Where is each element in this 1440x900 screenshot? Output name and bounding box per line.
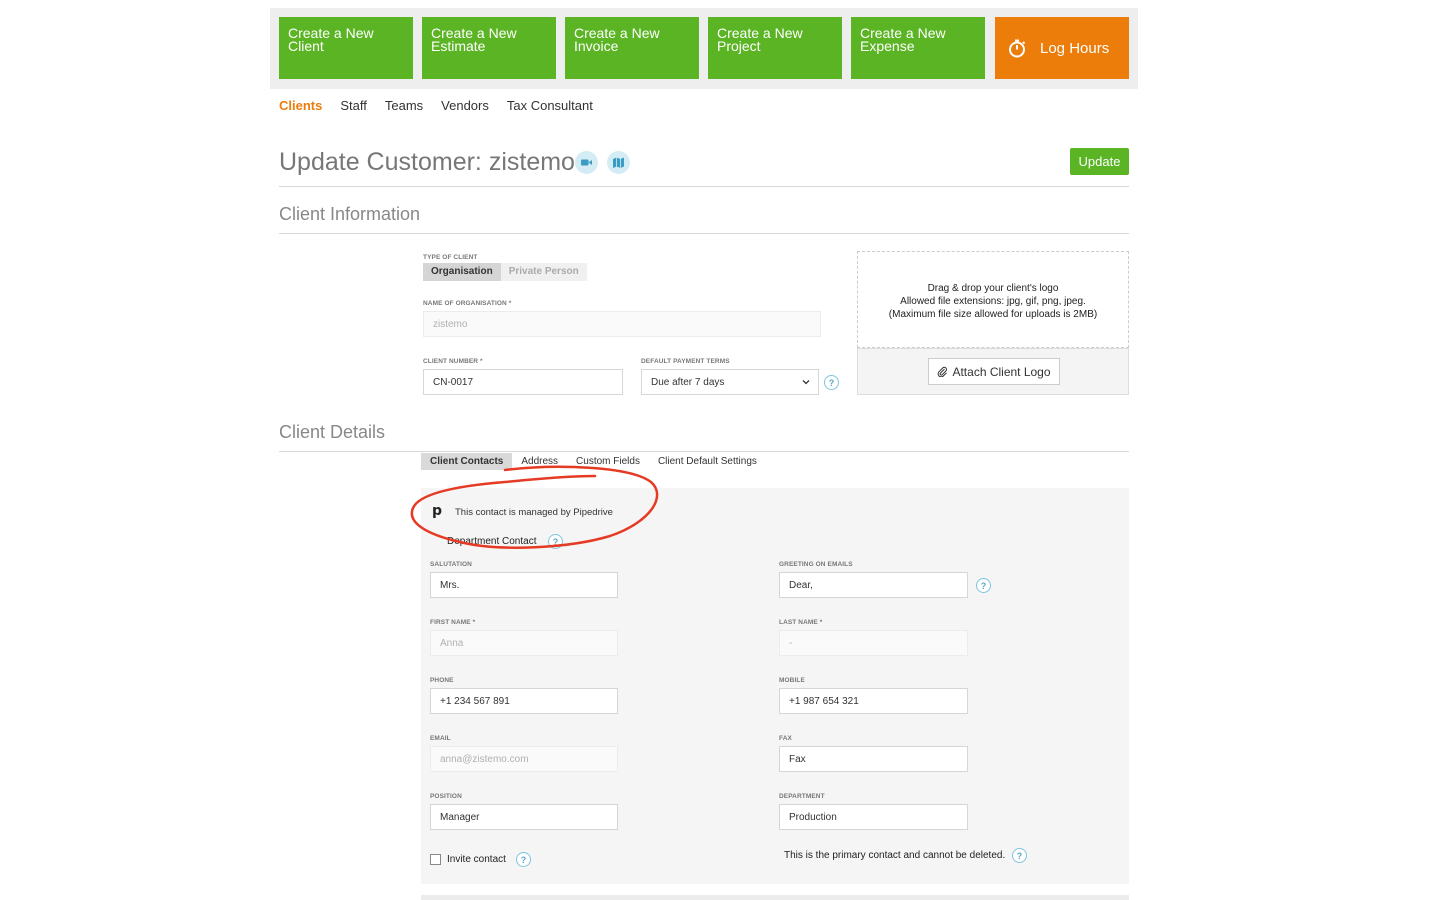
client-type-label: TYPE OF CLIENT: [423, 254, 478, 261]
attach-client-logo-label: Attach Client Logo: [952, 364, 1051, 379]
greeting-field[interactable]: Dear,: [779, 572, 968, 598]
chevron-down-icon: [802, 380, 810, 385]
salutation-label: SALUTATION: [430, 561, 472, 568]
tab-client-default-settings[interactable]: Client Default Settings: [649, 453, 766, 470]
position-label: POSITION: [430, 793, 462, 800]
create-client-button[interactable]: Create a New Client: [279, 17, 413, 79]
log-hours-label: Log Hours: [1040, 39, 1110, 57]
email-label: EMAIL: [430, 735, 451, 742]
client-type-organisation[interactable]: Organisation: [423, 263, 501, 281]
client-details-heading: Client Details: [279, 422, 386, 442]
pipedrive-notice: This contact is managed by Pipedrive: [455, 507, 613, 518]
payment-terms-value: Due after 7 days: [651, 376, 725, 388]
subnav-vendors[interactable]: Vendors: [441, 98, 489, 113]
phone-field[interactable]: +1 234 567 891: [430, 688, 618, 714]
mobile-label: MOBILE: [779, 677, 805, 684]
tab-custom-fields[interactable]: Custom Fields: [567, 453, 649, 470]
primary-contact-note: This is the primary contact and cannot b…: [784, 850, 1006, 861]
department-contact-label: Department Contact: [447, 536, 537, 547]
dropzone-line-1: Drag & drop your client's logo: [927, 283, 1059, 294]
update-button[interactable]: Update: [1070, 148, 1129, 175]
log-hours-button[interactable]: Log Hours: [995, 17, 1129, 79]
client-details-tabs: Client Contacts Address Custom Fields Cl…: [421, 453, 766, 470]
subnav-tax-consultant[interactable]: Tax Consultant: [507, 98, 593, 113]
logo-dropzone[interactable]: Drag & drop your client's logo Allowed f…: [857, 251, 1129, 348]
sub-navigation: Clients Staff Teams Vendors Tax Consulta…: [279, 98, 593, 113]
fax-label: FAX: [779, 735, 792, 742]
email-field[interactable]: anna@zistemo.com: [430, 746, 618, 772]
client-type-toggle: Organisation Private Person: [423, 263, 587, 281]
last-name-label: LAST NAME *: [779, 619, 823, 626]
tab-client-contacts[interactable]: Client Contacts: [421, 453, 513, 470]
create-project-button[interactable]: Create a New Project: [708, 17, 842, 79]
org-name-field[interactable]: zistemo: [423, 311, 821, 337]
client-information-heading: Client Information: [279, 204, 421, 224]
greeting-help-icon[interactable]: ?: [976, 578, 991, 593]
client-information-divider: [279, 233, 1129, 234]
dropzone-line-2: Allowed file extensions: jpg, gif, png, …: [900, 296, 1086, 307]
department-field[interactable]: Production: [779, 804, 968, 830]
paperclip-icon: [938, 366, 948, 377]
position-field[interactable]: Manager: [430, 804, 618, 830]
salutation-field[interactable]: Mrs.: [430, 572, 618, 598]
invite-contact-label: Invite contact: [447, 854, 506, 865]
client-number-label: CLIENT NUMBER *: [423, 358, 483, 365]
department-label: DEPARTMENT: [779, 793, 825, 800]
fax-field[interactable]: Fax: [779, 746, 968, 772]
video-icon[interactable]: [575, 151, 598, 174]
quick-action-bar: Create a New Client Create a New Estimat…: [270, 8, 1138, 89]
phone-label: PHONE: [430, 677, 454, 684]
first-name-field[interactable]: Anna: [430, 630, 618, 656]
create-estimate-button[interactable]: Create a New Estimate: [422, 17, 556, 79]
department-contact-help-icon[interactable]: ?: [548, 534, 563, 549]
first-name-label: FIRST NAME *: [430, 619, 476, 626]
greeting-label: GREETING ON EMAILS: [779, 561, 853, 568]
org-name-label: NAME OF ORGANISATION *: [423, 300, 512, 307]
client-type-private-person[interactable]: Private Person: [501, 263, 587, 281]
subnav-staff[interactable]: Staff: [340, 98, 367, 113]
payment-terms-help-icon[interactable]: ?: [824, 375, 839, 390]
map-icon[interactable]: [607, 151, 630, 174]
invite-contact-help-icon[interactable]: ?: [516, 852, 531, 867]
create-expense-button[interactable]: Create a New Expense: [851, 17, 985, 79]
client-number-field[interactable]: CN-0017: [423, 369, 623, 395]
page-title: Update Customer: zistemo: [279, 148, 575, 176]
client-details-divider: [279, 451, 1129, 452]
stopwatch-icon: [1009, 39, 1026, 58]
dropzone-line-3: (Maximum file size allowed for uploads i…: [888, 309, 1098, 320]
bottom-panel-edge: [421, 895, 1129, 900]
tab-address[interactable]: Address: [512, 453, 567, 470]
payment-terms-select[interactable]: Due after 7 days: [641, 369, 819, 395]
attach-client-logo-button[interactable]: Attach Client Logo: [928, 358, 1060, 385]
mobile-field[interactable]: +1 987 654 321: [779, 688, 968, 714]
title-divider: [279, 186, 1129, 187]
pipedrive-logo: p: [432, 503, 443, 519]
subnav-teams[interactable]: Teams: [385, 98, 423, 113]
last-name-field[interactable]: -: [779, 630, 968, 656]
payment-terms-label: DEFAULT PAYMENT TERMS: [641, 358, 730, 365]
create-invoice-button[interactable]: Create a New Invoice: [565, 17, 699, 79]
primary-contact-help-icon[interactable]: ?: [1012, 848, 1027, 863]
attach-logo-area: Attach Client Logo: [857, 348, 1129, 395]
invite-contact-checkbox[interactable]: [430, 854, 441, 865]
subnav-clients[interactable]: Clients: [279, 98, 322, 113]
